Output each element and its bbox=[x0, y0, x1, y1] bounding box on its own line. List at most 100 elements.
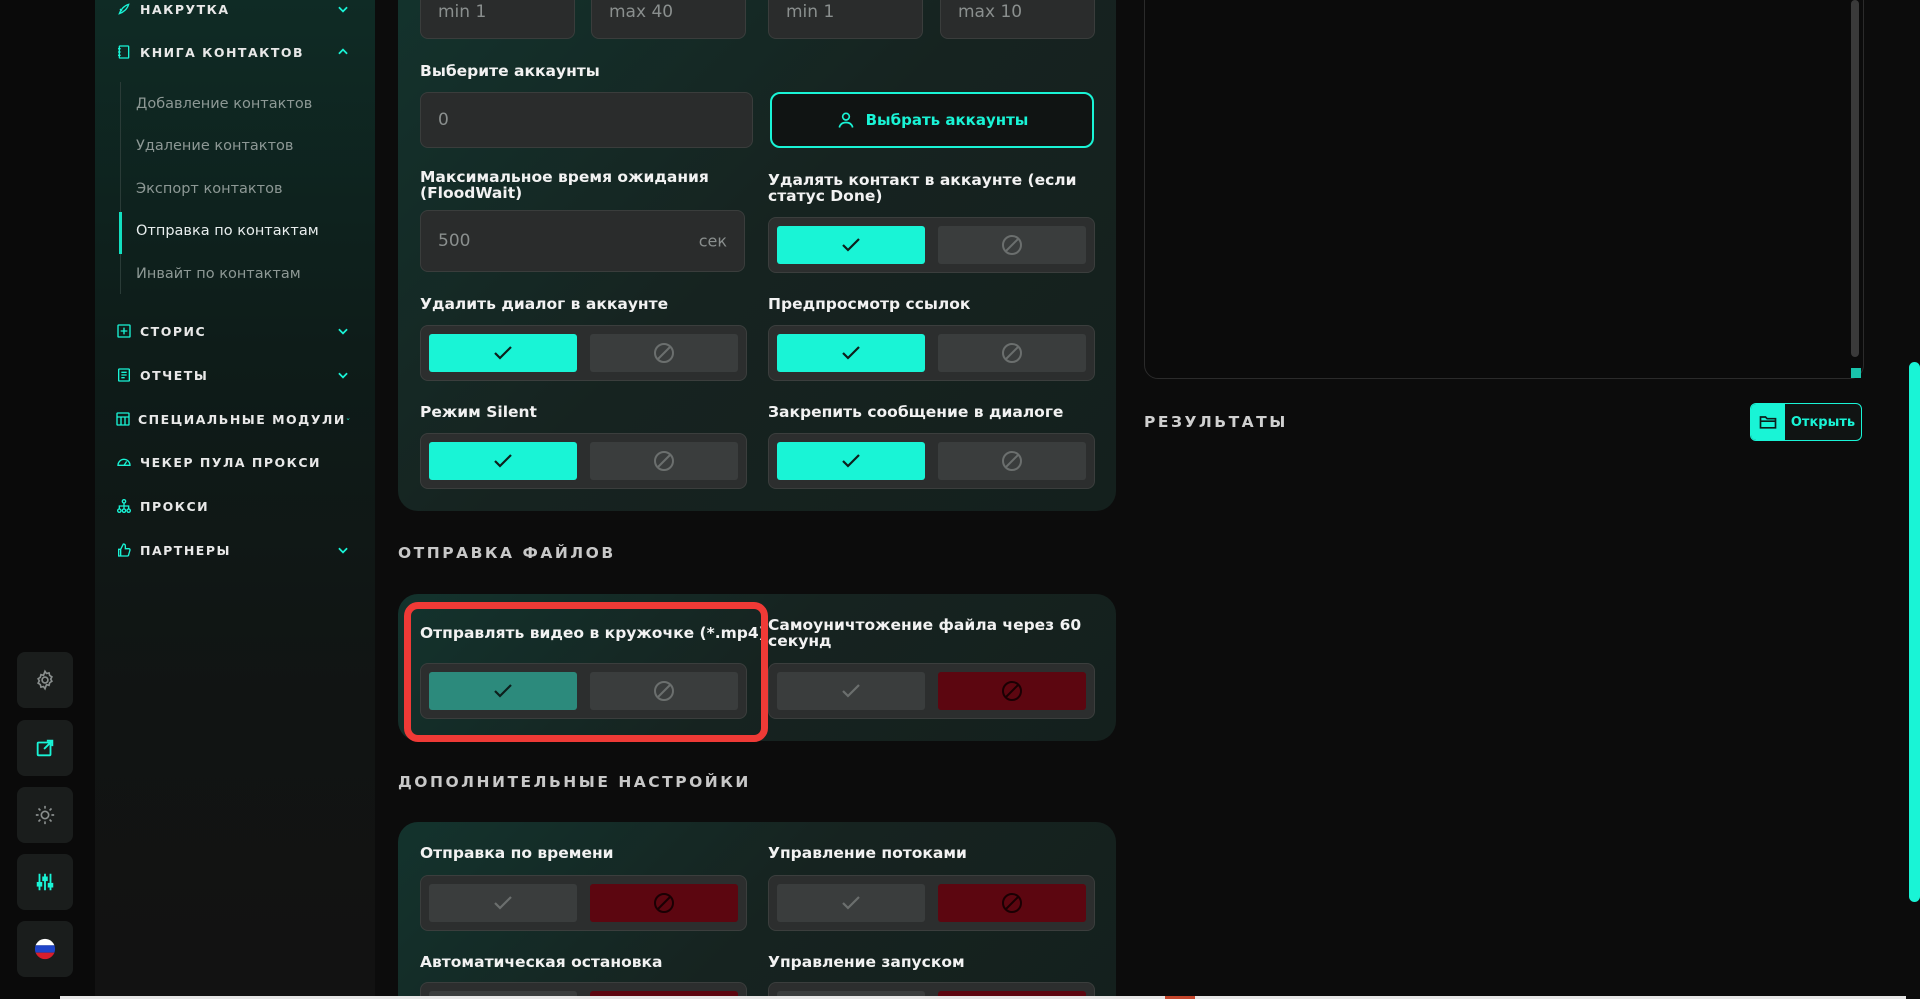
delete-contact-label: Удалять контакт в аккаунте (если статус … bbox=[768, 171, 1077, 205]
highlight-frame bbox=[404, 602, 768, 742]
sidebar-item-nakrutka[interactable]: НАКРУТКА bbox=[115, 0, 350, 20]
sidebar-subitem-delete-contacts[interactable]: Удаление контактов bbox=[136, 138, 293, 154]
sun-icon bbox=[35, 805, 55, 825]
plus-square-icon bbox=[115, 322, 133, 340]
forbidden-icon bbox=[654, 451, 674, 471]
chevron-down-icon bbox=[338, 372, 348, 379]
forbidden-icon bbox=[1002, 235, 1022, 255]
external-link-icon bbox=[36, 739, 54, 757]
check-icon bbox=[494, 346, 512, 360]
sidebar-subitem-export-contacts[interactable]: Экспорт контактов bbox=[136, 181, 283, 197]
sidebar-item-partners[interactable]: ПАРТНЕРЫ bbox=[115, 539, 350, 561]
pin-message-toggle bbox=[768, 433, 1095, 489]
results-title: РЕЗУЛЬТАТЫ bbox=[1144, 413, 1288, 431]
check-icon bbox=[842, 896, 860, 910]
open-results-button[interactable]: Открыть bbox=[1750, 403, 1862, 441]
delete-contact-yes-button[interactable] bbox=[777, 226, 925, 264]
extra-section-title: ДОПОЛНИТЕЛЬНЫЕ НАСТРОЙКИ bbox=[398, 773, 751, 791]
sidebar: НАКРУТКА КНИГА КОНТАКТОВ Добавление конт… bbox=[95, 0, 375, 999]
sidebar-item-proxy-checker[interactable]: ЧЕКЕР ПУЛА ПРОКСИ bbox=[115, 451, 350, 473]
pin-message-yes-button[interactable] bbox=[777, 442, 925, 480]
network-icon bbox=[115, 497, 133, 515]
check-icon bbox=[842, 684, 860, 698]
user-icon bbox=[838, 112, 854, 128]
thread-control-toggle bbox=[768, 875, 1095, 931]
forbidden-icon bbox=[1002, 451, 1022, 471]
settings-button[interactable] bbox=[17, 652, 73, 708]
link-preview-label: Предпросмотр ссылок bbox=[768, 295, 971, 313]
app-root: НАКРУТКА КНИГА КОНТАКТОВ Добавление конт… bbox=[0, 0, 1920, 999]
sidebar-subitem-add-contacts[interactable]: Добавление контактов bbox=[136, 96, 312, 112]
send-by-time-no-button[interactable] bbox=[590, 884, 738, 922]
chevron-down-icon bbox=[338, 328, 348, 335]
send-by-time-label: Отправка по времени bbox=[420, 844, 614, 862]
thread-control-no-button[interactable] bbox=[938, 884, 1086, 922]
open-external-button[interactable] bbox=[17, 720, 73, 776]
accounts-label: Выберите аккаунты bbox=[420, 62, 600, 80]
gear-icon bbox=[37, 669, 53, 691]
max-count-input[interactable]: max 10 bbox=[940, 0, 1095, 39]
delete-dialog-yes-button[interactable] bbox=[429, 334, 577, 372]
link-preview-toggle bbox=[768, 325, 1095, 381]
pin-message-no-button[interactable] bbox=[938, 442, 1086, 480]
self-destruct-label: Самоуничтожение файла через 60 секунд bbox=[768, 616, 1082, 650]
textarea-scrollbar[interactable] bbox=[1851, 0, 1859, 357]
book-icon bbox=[115, 43, 133, 61]
report-icon bbox=[115, 366, 133, 384]
language-button[interactable] bbox=[17, 921, 73, 977]
silent-yes-button[interactable] bbox=[429, 442, 577, 480]
chevron-down-icon bbox=[338, 547, 348, 554]
floodwait-input[interactable]: 500 сек bbox=[420, 210, 745, 272]
page-scrollbar-thumb[interactable] bbox=[1909, 362, 1920, 902]
sliders-icon bbox=[36, 873, 54, 891]
self-destruct-yes-button[interactable] bbox=[777, 672, 925, 710]
min-delay-input[interactable]: min 1 bbox=[420, 0, 575, 39]
delete-dialog-label: Удалить диалог в аккаунте bbox=[420, 295, 669, 313]
forbidden-icon bbox=[1002, 343, 1022, 363]
silent-no-button[interactable] bbox=[590, 442, 738, 480]
sidebar-subitem-invite-by-contacts[interactable]: Инвайт по контактам bbox=[136, 266, 301, 282]
sidebar-item-proxy[interactable]: ПРОКСИ bbox=[115, 495, 350, 517]
forbidden-icon bbox=[1002, 893, 1022, 913]
delete-dialog-no-button[interactable] bbox=[590, 334, 738, 372]
sidebar-item-contacts-book[interactable]: КНИГА КОНТАКТОВ bbox=[115, 41, 350, 63]
sidebar-item-special-modules[interactable]: СПЕЦИАЛЬНЫЕ МОДУЛИ bbox=[115, 408, 350, 430]
check-icon bbox=[842, 454, 860, 468]
sidebar-item-reports[interactable]: ОТЧЕТЫ bbox=[115, 364, 350, 386]
rocket-icon bbox=[115, 0, 133, 18]
launch-control-label: Управление запуском bbox=[768, 953, 965, 971]
chevron-down-icon bbox=[338, 6, 348, 13]
thread-control-label: Управление потоками bbox=[768, 844, 967, 862]
min-count-input[interactable]: min 1 bbox=[768, 0, 923, 39]
check-icon bbox=[494, 896, 512, 910]
gauge-icon bbox=[115, 453, 133, 471]
link-preview-no-button[interactable] bbox=[938, 334, 1086, 372]
theme-toggle-button[interactable] bbox=[17, 787, 73, 843]
files-section-title: ОТПРАВКА ФАЙЛОВ bbox=[398, 544, 616, 562]
filters-button[interactable] bbox=[17, 854, 73, 910]
self-destruct-no-button[interactable] bbox=[938, 672, 1086, 710]
forbidden-icon bbox=[1002, 681, 1022, 701]
floodwait-label: Максимальное время ожидания (FloodWait) bbox=[420, 168, 709, 202]
flag-ru-icon bbox=[34, 938, 56, 960]
select-accounts-button[interactable]: Выбрать аккаунты bbox=[770, 92, 1094, 148]
floodwait-unit: сек bbox=[698, 231, 727, 251]
folder-icon bbox=[1759, 416, 1777, 429]
thread-control-yes-button[interactable] bbox=[777, 884, 925, 922]
message-textarea[interactable] bbox=[1144, 0, 1864, 379]
delete-dialog-toggle bbox=[420, 325, 747, 381]
textarea-resize-handle[interactable] bbox=[1851, 368, 1861, 378]
submenu-line bbox=[120, 82, 121, 294]
accounts-count-input[interactable]: 0 bbox=[420, 92, 753, 148]
check-icon bbox=[842, 346, 860, 360]
thumbs-up-icon bbox=[115, 541, 133, 559]
send-by-time-yes-button[interactable] bbox=[429, 884, 577, 922]
chevron-up-icon bbox=[338, 48, 348, 55]
link-preview-yes-button[interactable] bbox=[777, 334, 925, 372]
delete-contact-no-button[interactable] bbox=[938, 226, 1086, 264]
check-icon bbox=[842, 238, 860, 252]
max-delay-input[interactable]: max 40 bbox=[591, 0, 746, 39]
sidebar-subitem-send-by-contacts[interactable]: Отправка по контактам bbox=[136, 223, 319, 239]
sidebar-item-stories[interactable]: СТОРИС bbox=[115, 320, 350, 342]
send-by-time-toggle bbox=[420, 875, 747, 931]
